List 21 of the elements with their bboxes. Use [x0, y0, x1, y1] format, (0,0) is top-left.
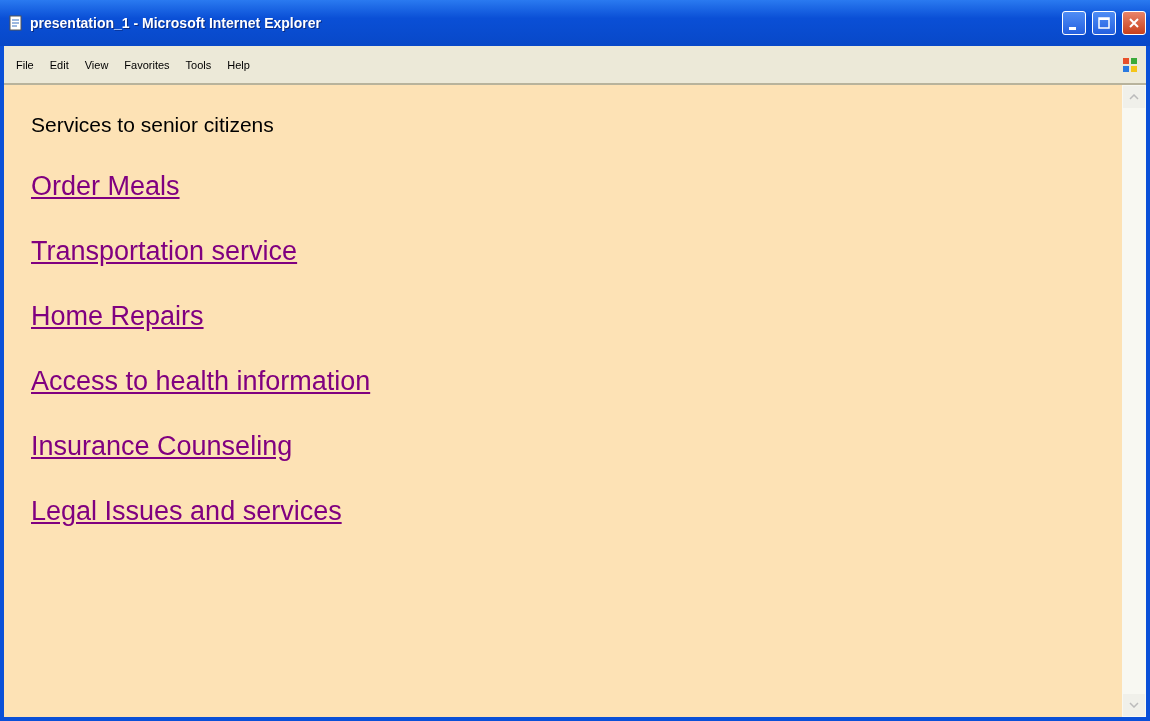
- service-link[interactable]: Insurance Counseling: [31, 431, 293, 462]
- page-heading: Services to senior citizens: [31, 113, 275, 137]
- menu-item[interactable]: Tools: [177, 58, 220, 71]
- service-link[interactable]: Transportation service: [31, 236, 298, 267]
- menu-item[interactable]: File: [8, 58, 42, 71]
- menu-item[interactable]: Help: [219, 58, 258, 71]
- menu-item[interactable]: Favorites: [116, 58, 178, 71]
- maximize-button[interactable]: [1092, 11, 1116, 35]
- page-icon: [8, 15, 24, 31]
- service-link[interactable]: Access to health information: [31, 366, 371, 397]
- minimize-button[interactable]: [1062, 11, 1086, 35]
- menu-item[interactable]: View: [76, 58, 117, 71]
- service-link[interactable]: Legal Issues and services: [31, 496, 342, 527]
- service-link[interactable]: Order Meals: [31, 171, 180, 202]
- menu-item[interactable]: Edit: [41, 58, 77, 71]
- service-link[interactable]: Home Repairs: [31, 301, 204, 332]
- maximize-icon: [1098, 17, 1110, 29]
- close-button[interactable]: [1122, 11, 1146, 35]
- minimize-icon: [1068, 26, 1076, 30]
- close-icon: [1128, 17, 1140, 29]
- window-title: presentation_1 - Microsoft Internet Explorer: [30, 15, 322, 31]
